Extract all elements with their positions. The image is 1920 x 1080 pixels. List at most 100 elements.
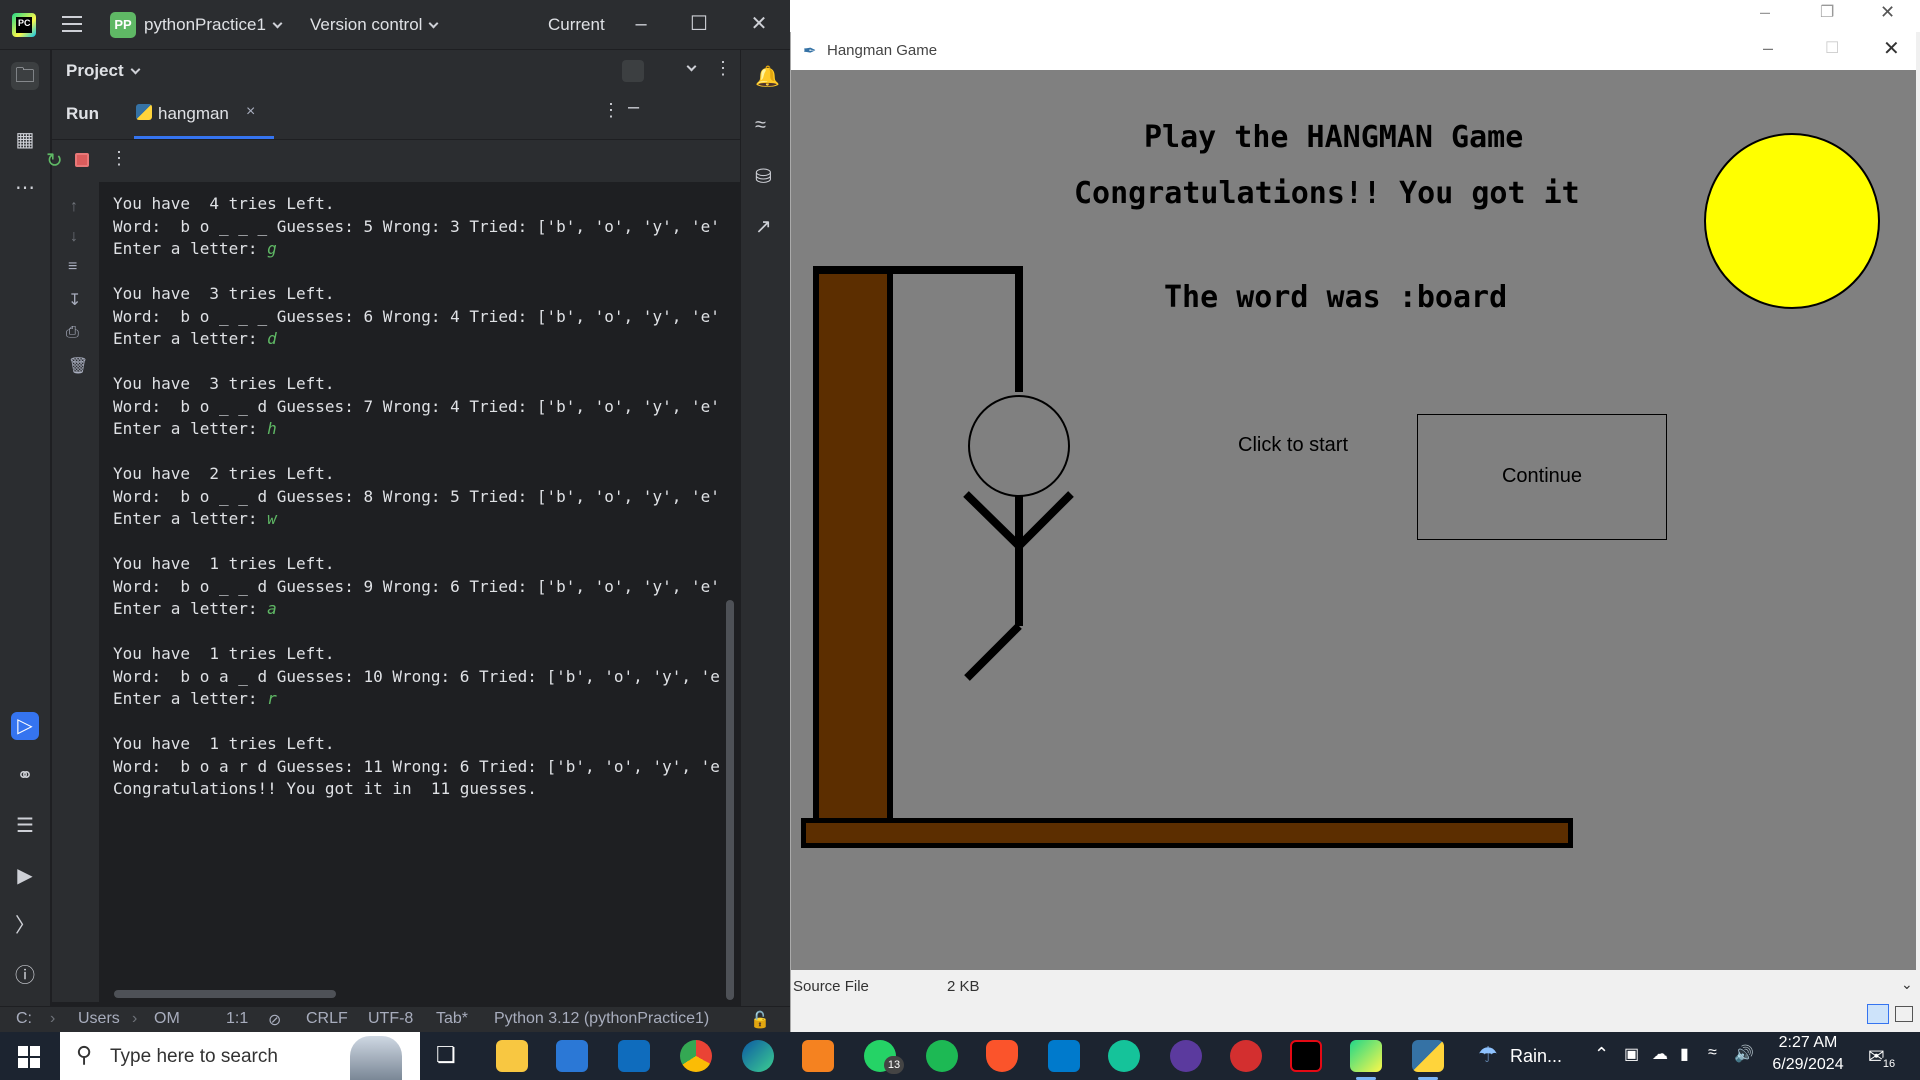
wifi-icon[interactable]: ≈ xyxy=(1708,1044,1717,1062)
vertical-scrollbar[interactable] xyxy=(726,600,734,1000)
run-icon[interactable]: ▷ xyxy=(11,712,39,740)
horizontal-scrollbar[interactable] xyxy=(114,990,336,998)
brave-icon[interactable] xyxy=(986,1040,1018,1072)
run-options-icon[interactable]: ⋮ xyxy=(602,100,620,121)
outlook-icon[interactable] xyxy=(618,1040,650,1072)
console-line: You have 3 tries Left. xyxy=(113,284,335,303)
chevron-down-icon[interactable]: ⌄ xyxy=(1901,976,1913,993)
spotify-icon[interactable] xyxy=(926,1040,958,1072)
chevron-up-icon[interactable]: ⌃ xyxy=(1594,1044,1609,1065)
antivirus-icon[interactable] xyxy=(1230,1040,1262,1072)
up-arrow-icon[interactable]: ↑ xyxy=(70,198,78,216)
app-icon[interactable] xyxy=(1170,1040,1202,1072)
console-text: Word: b o _ _ d Guesses: 7 Wrong: 4 Trie… xyxy=(113,396,720,416)
clock-date[interactable]: 6/29/2024 xyxy=(1770,1056,1846,1074)
maximize-button[interactable]: ☐ xyxy=(670,0,728,50)
sciview-icon[interactable]: ↗ xyxy=(755,214,772,239)
close-tab-icon[interactable]: × xyxy=(246,103,255,121)
terminal-icon[interactable]: 〉 xyxy=(11,912,39,940)
more-actions-icon[interactable]: ⋮ xyxy=(110,148,128,169)
task-view-icon[interactable]: ❏ xyxy=(436,1042,456,1068)
edge-icon[interactable] xyxy=(742,1040,774,1072)
game-canvas[interactable]: Play the HANGMAN Game Congratulations!! … xyxy=(791,70,1916,970)
minimize-button[interactable]: – xyxy=(1760,2,1770,23)
run-console[interactable]: You have 4 tries Left. Word: b o _ _ _ Gu… xyxy=(100,182,740,1002)
chevron-down-icon[interactable] xyxy=(680,60,697,78)
path-user[interactable]: OM xyxy=(154,1010,180,1028)
no-inspection-icon[interactable]: ⊘ xyxy=(268,1010,281,1030)
console-user-input: r xyxy=(267,689,277,708)
preview-view-icon[interactable] xyxy=(1895,1006,1913,1022)
main-menu-icon[interactable] xyxy=(62,16,82,32)
lock-icon[interactable]: 🔓 xyxy=(750,1010,770,1030)
close-button[interactable]: ✕ xyxy=(1883,36,1900,61)
database-icon[interactable]: ⛁ xyxy=(755,164,772,189)
interpreter-selector[interactable]: Python 3.12 (pythonPractice1) xyxy=(494,1010,709,1028)
ai-assistant-icon[interactable]: ≈ xyxy=(755,114,766,137)
microsoft-store-icon[interactable] xyxy=(556,1040,588,1072)
start-icon[interactable] xyxy=(18,1046,40,1068)
console-line: Enter a letter: g xyxy=(113,239,277,258)
onedrive-icon[interactable]: ☁ xyxy=(1652,1044,1668,1064)
restore-button[interactable]: ❐ xyxy=(1820,2,1834,22)
battery-icon[interactable]: ▮ xyxy=(1680,1044,1689,1064)
taskbar-search[interactable]: ⚲ Type here to search xyxy=(60,1032,420,1080)
line-separator[interactable]: CRLF xyxy=(306,1010,348,1028)
project-selector[interactable]: pythonPractice1 xyxy=(144,15,283,35)
project-panel-title[interactable]: Project xyxy=(66,61,141,81)
rerun-icon[interactable]: ↻ xyxy=(46,148,63,173)
pycharm-taskbar-icon[interactable] xyxy=(1350,1040,1382,1080)
run-config-selector[interactable]: Current xyxy=(548,15,605,35)
layers-icon[interactable]: ☰ xyxy=(11,812,39,840)
down-arrow-icon[interactable]: ↓ xyxy=(70,228,78,246)
print-icon[interactable]: ⎙ xyxy=(66,324,79,342)
file-explorer-icon[interactable] xyxy=(496,1040,528,1072)
options-icon[interactable]: ⋮ xyxy=(714,58,732,79)
maximize-button[interactable]: ☐ xyxy=(1825,38,1839,58)
close-button[interactable]: ✕ xyxy=(1880,2,1895,23)
project-badge[interactable]: PP xyxy=(110,12,136,38)
weather-icon[interactable]: ☂ xyxy=(1478,1042,1498,1068)
path-users[interactable]: Users xyxy=(78,1010,120,1028)
console-text: You have 1 tries Left. xyxy=(113,644,335,663)
version-control-menu[interactable]: Version control xyxy=(310,15,439,35)
services-icon[interactable]: ▶ xyxy=(11,862,39,890)
netflix-icon[interactable] xyxy=(1290,1040,1322,1072)
hide-panel-icon[interactable]: – xyxy=(628,96,639,119)
path-drive[interactable]: C: xyxy=(16,1010,32,1028)
console-line: You have 1 tries Left. xyxy=(113,734,335,753)
indent-setting[interactable]: Tab* xyxy=(436,1010,468,1028)
weather-text[interactable]: Rain... xyxy=(1510,1046,1562,1067)
console-text: Congratulations!! You got it in 11 guess… xyxy=(113,779,537,798)
trash-icon[interactable]: 🗑 xyxy=(68,356,88,376)
sublime-icon[interactable] xyxy=(802,1040,834,1072)
scroll-to-end-icon[interactable]: ↧ xyxy=(68,290,81,310)
chevron-right-icon: › xyxy=(50,1010,56,1027)
minimize-button[interactable]: – xyxy=(612,0,670,50)
run-toolbar: ↻ ⋮ xyxy=(46,140,740,182)
meet-icon[interactable]: ▣ xyxy=(1624,1044,1639,1064)
soft-wrap-icon[interactable]: ≡ xyxy=(68,258,77,276)
clock-time[interactable]: 2:27 AM xyxy=(1776,1034,1840,1052)
python-packages-icon[interactable]: ⚭ xyxy=(11,762,39,790)
notifications-icon[interactable]: 🔔 xyxy=(755,64,780,89)
python-taskbar-icon[interactable] xyxy=(1412,1040,1444,1080)
file-encoding[interactable]: UTF-8 xyxy=(368,1010,413,1028)
details-view-icon[interactable] xyxy=(1867,1004,1889,1024)
folder-icon[interactable]: 🗀 xyxy=(11,62,39,90)
more-icon[interactable]: ⋯ xyxy=(11,174,39,202)
stop-icon[interactable] xyxy=(75,153,89,167)
close-button[interactable]: ✕ xyxy=(730,0,788,50)
problems-icon[interactable]: ⓘ xyxy=(11,962,39,990)
structure-icon[interactable]: ▦ xyxy=(11,126,39,154)
vscode-icon[interactable] xyxy=(1048,1040,1080,1072)
chrome-icon[interactable] xyxy=(680,1040,712,1072)
python-icon[interactable] xyxy=(622,60,644,82)
console-text: Word: b o _ _ d Guesses: 8 Wrong: 5 Trie… xyxy=(113,486,720,506)
minimize-button[interactable]: – xyxy=(1763,38,1773,59)
caret-position[interactable]: 1:1 xyxy=(226,1010,248,1028)
pycharm-logo-icon[interactable]: PC xyxy=(12,13,36,37)
hangman-tab[interactable]: hangman xyxy=(158,104,229,124)
grammarly-icon[interactable] xyxy=(1108,1040,1140,1072)
volume-icon[interactable]: 🔊 xyxy=(1734,1044,1754,1064)
